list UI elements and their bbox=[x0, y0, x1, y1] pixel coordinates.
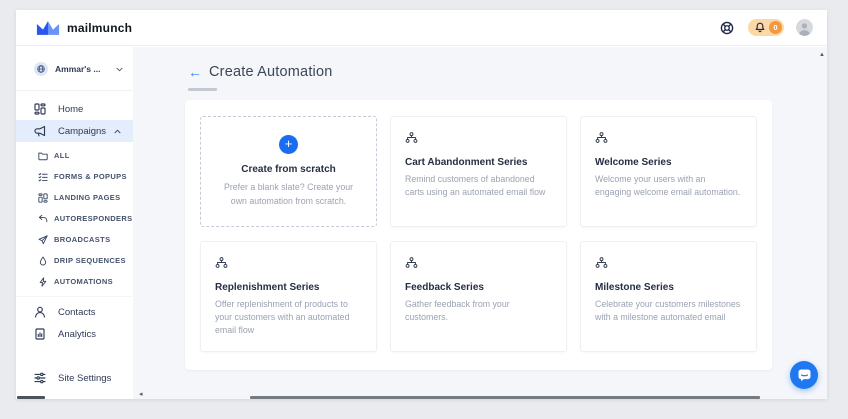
card-description: Prefer a blank slate? Create your own au… bbox=[223, 182, 354, 206]
workflow-icon bbox=[595, 132, 608, 143]
card-feedback-series[interactable]: Feedback Series Gather feedback from you… bbox=[390, 241, 567, 352]
sliders-icon bbox=[34, 372, 46, 384]
reply-arrow-icon bbox=[38, 214, 48, 224]
sidebar-subitem-autoresponders[interactable]: AUTORESPONDERS bbox=[16, 208, 133, 229]
sidebar-item-label: Analytics bbox=[58, 328, 97, 340]
main-horizontal-scrollbar-thumb[interactable] bbox=[250, 396, 760, 399]
megaphone-icon bbox=[34, 125, 46, 137]
sidebar-item-label: Campaigns bbox=[58, 125, 107, 137]
brand-name: mailmunch bbox=[67, 20, 133, 35]
notifications-button[interactable]: 0 bbox=[748, 19, 784, 36]
top-bar-actions: 0 bbox=[718, 19, 813, 37]
card-description: Remind customers of abandoned carts usin… bbox=[405, 174, 546, 198]
card-replenishment-series[interactable]: Replenishment Series Offer replenishment… bbox=[200, 241, 377, 352]
card-title: Welcome Series bbox=[595, 157, 672, 168]
person-icon bbox=[34, 306, 46, 318]
templates-panel: + Create from scratch Prefer a blank sla… bbox=[185, 100, 772, 370]
droplet-icon bbox=[38, 256, 48, 266]
sidebar-item-campaigns[interactable]: Campaigns bbox=[16, 120, 133, 142]
help-lifebuoy-icon[interactable] bbox=[718, 19, 736, 37]
workspace-name: Ammar's ... bbox=[55, 64, 101, 74]
sidebar-nav: Home Campaigns ALL FORMS & POPUPS LANDIN… bbox=[16, 98, 133, 345]
lightning-bolt-icon bbox=[38, 276, 48, 287]
sidebar-item-label: Home bbox=[58, 103, 84, 115]
sidebar-subitem-label: FORMS & POPUPS bbox=[54, 172, 127, 181]
top-bar: mailmunch 0 bbox=[16, 10, 827, 46]
card-description: Welcome your users with an engaging welc… bbox=[595, 174, 741, 198]
sidebar-item-site-settings[interactable]: Site Settings bbox=[16, 367, 151, 389]
user-avatar-icon[interactable] bbox=[796, 19, 813, 36]
sidebar-subitem-forms-popups[interactable]: FORMS & POPUPS bbox=[16, 166, 133, 187]
chevron-up-icon bbox=[114, 129, 121, 134]
sidebar-subitem-label: DRIP SEQUENCES bbox=[54, 256, 126, 265]
sidebar-subitem-label: ALL bbox=[54, 151, 70, 160]
mailmunch-app: mailmunch 0 Ammar's ... Home Campaigns A… bbox=[0, 0, 848, 419]
sidebar-item-label: Contacts bbox=[58, 306, 96, 318]
dashboard-icon bbox=[34, 103, 46, 115]
vertical-scrollbar-arrow[interactable]: ▲ bbox=[819, 52, 825, 58]
sidebar-item-label: Site Settings bbox=[58, 372, 112, 384]
workflow-icon bbox=[405, 257, 418, 268]
card-welcome-series[interactable]: Welcome Series Welcome your users with a… bbox=[580, 116, 757, 227]
campaigns-submenu: ALL FORMS & POPUPS LANDING PAGES AUTORES… bbox=[16, 142, 133, 297]
sidebar-subitem-label: LANDING PAGES bbox=[54, 193, 121, 202]
analytics-chart-icon bbox=[34, 328, 46, 340]
workflow-icon bbox=[215, 257, 228, 268]
card-description: Offer replenishment of products to your … bbox=[215, 299, 350, 336]
sidebar-divider bbox=[16, 90, 133, 91]
workflow-icon bbox=[405, 132, 418, 143]
title-underline bbox=[188, 88, 217, 91]
chat-launcher-button[interactable] bbox=[790, 361, 818, 389]
mailmunch-logo-icon bbox=[36, 20, 60, 36]
card-milestone-series[interactable]: Milestone Series Celebrate your customer… bbox=[580, 241, 757, 352]
sidebar-subitem-all[interactable]: ALL bbox=[16, 145, 133, 166]
sidebar-item-home[interactable]: Home bbox=[16, 98, 133, 120]
sidebar-item-analytics[interactable]: Analytics bbox=[16, 323, 133, 345]
card-title: Create from scratch bbox=[241, 164, 336, 176]
workspace-globe-icon bbox=[34, 62, 48, 76]
card-title: Feedback Series bbox=[405, 282, 484, 293]
template-cards-grid: + Create from scratch Prefer a blank sla… bbox=[200, 116, 757, 352]
card-description: Gather feedback from your customers. bbox=[405, 299, 510, 323]
folder-icon bbox=[38, 151, 48, 161]
chevron-down-icon bbox=[116, 67, 123, 72]
page-title: Create Automation bbox=[209, 64, 333, 80]
page-header: ← Create Automation bbox=[188, 64, 333, 80]
workflow-icon bbox=[595, 257, 608, 268]
sidebar: Ammar's ... Home Campaigns ALL FORMS & P… bbox=[16, 47, 133, 399]
card-title: Cart Abandonment Series bbox=[405, 157, 528, 168]
card-cart-abandonment-series[interactable]: Cart Abandonment Series Remind customers… bbox=[390, 116, 567, 227]
card-description: Celebrate your customers milestones with… bbox=[595, 299, 741, 323]
paper-plane-icon bbox=[38, 234, 48, 245]
sidebar-subitem-broadcasts[interactable]: BROADCASTS bbox=[16, 229, 133, 250]
card-title: Milestone Series bbox=[595, 282, 674, 293]
main-content: ← Create Automation + Create from scratc… bbox=[133, 47, 827, 399]
bell-icon bbox=[755, 22, 765, 33]
sidebar-subitem-automations[interactable]: AUTOMATIONS bbox=[16, 271, 133, 292]
back-arrow-icon[interactable]: ← bbox=[188, 65, 202, 79]
horizontal-scrollbar-left-arrow[interactable]: ◂ bbox=[139, 390, 143, 398]
card-title: Replenishment Series bbox=[215, 282, 320, 293]
app-window: mailmunch 0 Ammar's ... Home Campaigns A… bbox=[16, 10, 827, 399]
chat-bubble-icon bbox=[798, 369, 811, 382]
sidebar-subitem-label: BROADCASTS bbox=[54, 235, 111, 244]
notification-count-badge: 0 bbox=[769, 21, 782, 34]
sidebar-subitem-landing-pages[interactable]: LANDING PAGES bbox=[16, 187, 133, 208]
sidebar-item-contacts[interactable]: Contacts bbox=[16, 301, 133, 323]
sidebar-horizontal-scrollbar-thumb[interactable] bbox=[17, 396, 45, 399]
workspace-selector[interactable]: Ammar's ... bbox=[16, 58, 133, 80]
sidebar-subitem-label: AUTOMATIONS bbox=[54, 277, 113, 286]
plus-icon: + bbox=[279, 135, 298, 155]
card-create-from-scratch[interactable]: + Create from scratch Prefer a blank sla… bbox=[200, 116, 377, 227]
checklist-icon bbox=[38, 172, 48, 182]
sidebar-subitem-drip-sequences[interactable]: DRIP SEQUENCES bbox=[16, 250, 133, 271]
brand-logo[interactable]: mailmunch bbox=[36, 20, 132, 36]
layout-icon bbox=[38, 192, 48, 203]
sidebar-subitem-label: AUTORESPONDERS bbox=[54, 214, 133, 223]
